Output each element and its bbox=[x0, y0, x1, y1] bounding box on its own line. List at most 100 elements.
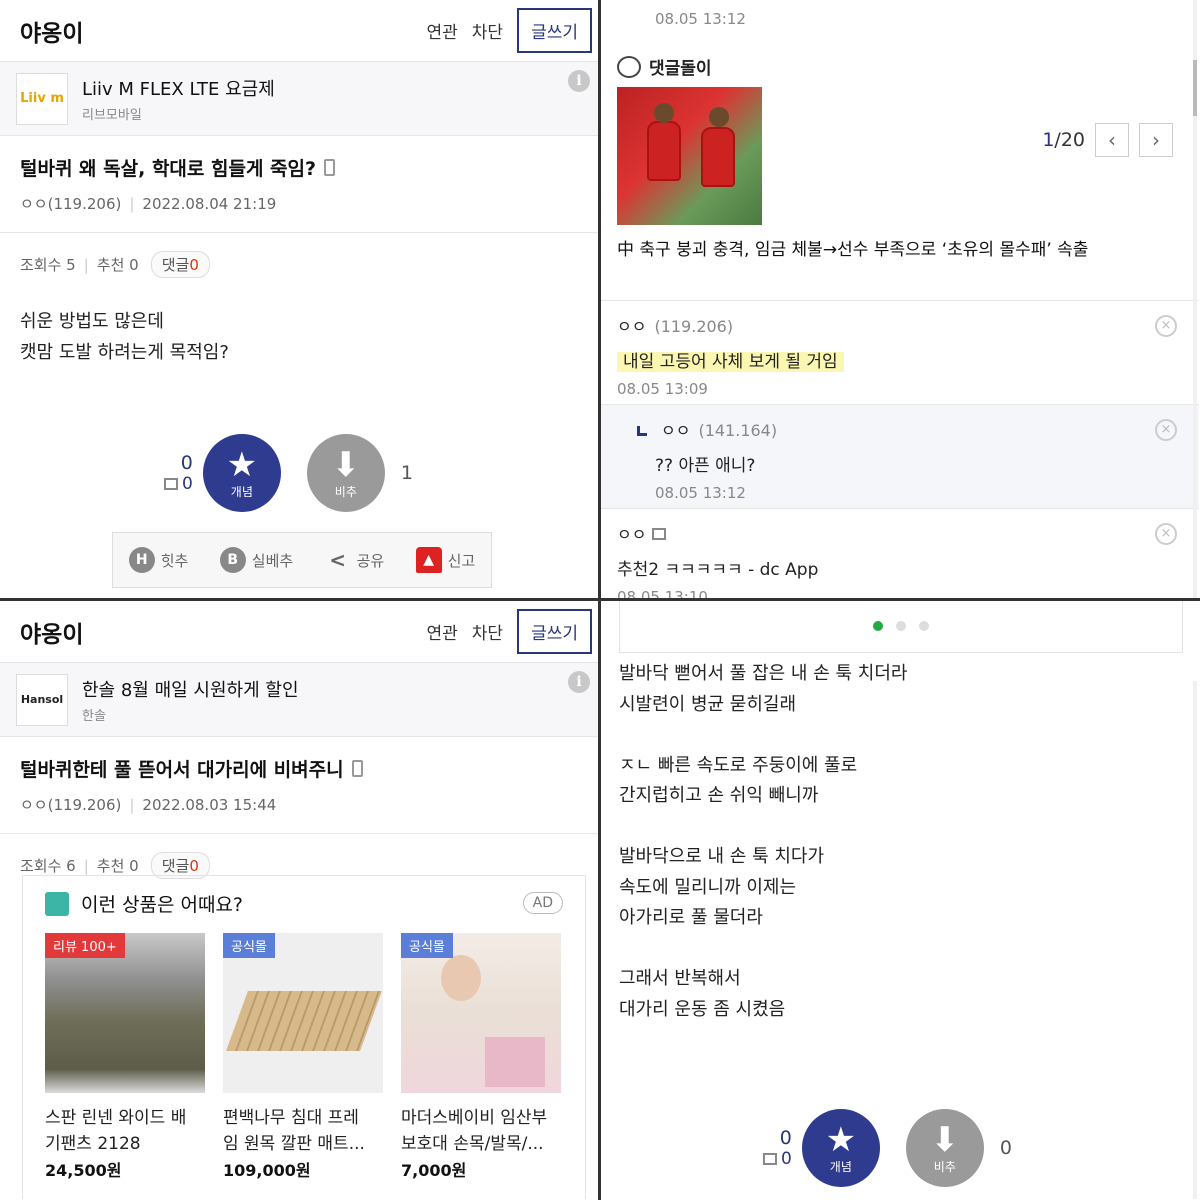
post-author[interactable]: ㅇㅇ(119.206) bbox=[20, 796, 121, 814]
ad-banner[interactable]: Hansol 한솔 8월 매일 시원하게 할인 한솔 i bbox=[0, 663, 598, 737]
comment-badge-count: 0 bbox=[189, 857, 199, 875]
scrollbar[interactable] bbox=[1193, 0, 1197, 598]
product-name: 스판 린넨 와이드 배 bbox=[45, 1108, 187, 1128]
post-body-view: 발바닥 뻗어서 풀 잡은 내 손 툭 치더라 시발련이 병균 묻히길래 ㅈㄴ 빠… bbox=[601, 601, 1199, 1199]
product-price: 7,000원 bbox=[401, 1161, 467, 1180]
post-body: 발바닥 뻗어서 풀 잡은 내 손 툭 치더라 시발련이 병균 묻히길래 ㅈㄴ 빠… bbox=[619, 659, 907, 1025]
post-stats: 조회수 6 | 추천 0 댓글0 bbox=[0, 834, 598, 879]
product-name: 기팬츠 2128 bbox=[45, 1134, 141, 1154]
upvote-button[interactable]: ★ 개념 bbox=[202, 434, 281, 512]
delete-icon[interactable]: × bbox=[1155, 419, 1177, 441]
block-link[interactable]: 차단 bbox=[472, 18, 503, 43]
hit-label: 힛추 bbox=[160, 551, 189, 570]
panel-divider bbox=[0, 598, 1200, 601]
comment-time: 08.05 13:10 bbox=[617, 588, 708, 598]
info-icon[interactable]: i bbox=[568, 70, 590, 92]
downvote-count: 1 bbox=[400, 462, 413, 484]
downvote-button[interactable]: ⬇ 비추 bbox=[306, 434, 385, 512]
reply-text: ?? 아픈 애니? bbox=[655, 456, 756, 476]
ad-subtitle: 한솔 bbox=[82, 708, 106, 724]
recommend-count: 추천 0 bbox=[96, 256, 139, 274]
best-icon: B bbox=[219, 547, 246, 573]
write-button[interactable]: 글쓰기 bbox=[517, 609, 592, 654]
upvote-count: 0 bbox=[180, 452, 193, 474]
view-count: 조회수 6 bbox=[20, 857, 76, 875]
action-bar: H 힛추 B 실베추 < 공유 ▲ 신고 bbox=[112, 532, 492, 588]
ad-logo-text: Hansol bbox=[20, 693, 64, 706]
bot-name: 댓글돌이 bbox=[649, 59, 712, 79]
product-image: 공식몰 bbox=[223, 933, 383, 1093]
upvote-label: 개념 bbox=[829, 1159, 852, 1174]
post-date: 2022.08.04 21:19 bbox=[142, 195, 277, 213]
news-pager: 1/20 ‹ › bbox=[1042, 123, 1173, 157]
product-recommendations: 이런 상품은 어때요? AD 리뷰 100+ 스판 린넨 와이드 배기팬츠 21… bbox=[22, 875, 586, 1199]
downvote-button[interactable]: ⬇ 비추 bbox=[905, 1109, 984, 1187]
shopping-bag-icon bbox=[45, 891, 69, 916]
info-icon[interactable]: i bbox=[568, 671, 590, 693]
ad-subtitle: 리브모바일 bbox=[82, 107, 142, 123]
carousel-dot[interactable] bbox=[896, 620, 906, 631]
report-button[interactable]: ▲ 신고 bbox=[415, 547, 475, 573]
delete-icon[interactable]: × bbox=[1155, 315, 1177, 337]
ad-logo: Hansol bbox=[16, 673, 68, 726]
product-image: 리뷰 100+ bbox=[45, 933, 205, 1093]
ad-banner[interactable]: Liiv m Liiv M FLEX LTE 요금제 리브모바일 i bbox=[0, 62, 598, 136]
product-card[interactable]: 공식몰 편백나무 침대 프레 임 원목 깔판 매트... 109,000원 bbox=[223, 933, 383, 1181]
post-view-1: 야옹이 연관 차단 글쓰기 Liiv m Liiv M FLEX LTE 요금제… bbox=[0, 0, 598, 598]
related-link[interactable]: 연관 bbox=[427, 18, 458, 43]
chevron-left-icon[interactable]: ‹ bbox=[1095, 123, 1129, 157]
reply-author: ㅇㅇ bbox=[661, 421, 691, 440]
upvote-button[interactable]: ★ 개념 bbox=[801, 1109, 880, 1187]
post-body-line: 시발련이 병균 묻히길래 bbox=[619, 693, 797, 715]
post-author[interactable]: ㅇㅇ(119.206) bbox=[20, 195, 121, 213]
upvote-label: 개념 bbox=[230, 484, 253, 499]
arrow-down-icon: ⬇ bbox=[331, 444, 361, 485]
product-card[interactable]: 리뷰 100+ 스판 린넨 와이드 배 기팬츠 2128 24,500원 bbox=[45, 933, 205, 1181]
share-button[interactable]: < 공유 bbox=[325, 547, 384, 573]
news-title[interactable]: 中 축구 붕괴 충격, 임금 체불→선수 부족으로 ‘초유의 몰수패’ 속출 bbox=[617, 235, 1183, 260]
post-body-line: 발바닥 뻗어서 풀 잡은 내 손 툭 치더라 bbox=[619, 663, 908, 684]
post-title: 털바퀴한테 풀 뜯어서 대가리에 비벼주니 bbox=[0, 737, 598, 782]
news-card[interactable]: 1/20 ‹ › 中 축구 붕괴 충격, 임금 체불→선수 부족으로 ‘초유의 … bbox=[601, 79, 1199, 301]
news-thumbnail bbox=[617, 87, 762, 225]
gallery-title[interactable]: 야옹이 bbox=[20, 615, 427, 649]
downvote-count: 0 bbox=[999, 1137, 1012, 1159]
ad-logo: Liiv m bbox=[16, 72, 68, 125]
post-body-line: 쉬운 방법도 많은데 bbox=[20, 311, 164, 332]
best-recommend-button[interactable]: B 실베추 bbox=[219, 547, 293, 573]
hit-icon: H bbox=[128, 547, 155, 573]
comment-time: 08.05 13:09 bbox=[617, 380, 708, 398]
chevron-right-icon[interactable]: › bbox=[1139, 123, 1173, 157]
product-card[interactable]: 공식몰 마더스베이비 임산부 보호대 손목/발목/... 7,000원 bbox=[401, 933, 561, 1181]
gallery-title[interactable]: 야옹이 bbox=[20, 14, 427, 48]
comment-item: ㅇㅇ 추천2 ㅋㅋㅋㅋㅋ - dc App 08.05 13:10 × bbox=[601, 509, 1199, 598]
carousel-dot[interactable] bbox=[919, 620, 929, 631]
pager-total: /20 bbox=[1054, 129, 1085, 151]
write-button[interactable]: 글쓰기 bbox=[517, 8, 592, 53]
ad-title: 한솔 8월 매일 시원하게 할인 bbox=[82, 679, 299, 701]
ad-logo-text: Liiv m bbox=[20, 91, 64, 106]
mobile-icon bbox=[324, 159, 336, 176]
hit-recommend-button[interactable]: H 힛추 bbox=[128, 547, 189, 573]
product-tag: 리뷰 100+ bbox=[45, 933, 125, 958]
delete-icon[interactable]: × bbox=[1155, 523, 1177, 545]
related-link[interactable]: 연관 bbox=[427, 619, 458, 644]
comment-badge-count: 0 bbox=[189, 256, 199, 274]
post-body-line: 발바닥으로 내 손 툭 치다가 bbox=[619, 846, 825, 867]
comment-badge[interactable]: 댓글0 bbox=[150, 251, 210, 278]
product-price: 109,000원 bbox=[223, 1161, 311, 1180]
block-link[interactable]: 차단 bbox=[472, 619, 503, 644]
ad-tag: AD bbox=[522, 892, 563, 914]
mobile-app-icon bbox=[652, 528, 667, 540]
post-body: 쉬운 방법도 많은데 캣맘 도발 하려는게 목적임? bbox=[0, 278, 598, 368]
post-body-line: ㅈㄴ 빠른 속도로 주둥이에 풀로 bbox=[619, 754, 858, 776]
post-body-line: 아가리로 풀 물더라 bbox=[619, 907, 763, 928]
comment-ip: (119.206) bbox=[654, 317, 734, 336]
upvote-count: 0 bbox=[779, 1127, 792, 1149]
post-body-line: 대가리 운동 좀 시켰음 bbox=[619, 998, 786, 1020]
product-heading: 이런 상품은 어때요? bbox=[81, 894, 244, 916]
scrollbar[interactable] bbox=[1193, 681, 1197, 1199]
comment-badge-label: 댓글 bbox=[161, 857, 190, 875]
post-body-line: 속도에 밀리니까 이제는 bbox=[619, 876, 797, 898]
carousel-dot[interactable] bbox=[873, 620, 883, 631]
